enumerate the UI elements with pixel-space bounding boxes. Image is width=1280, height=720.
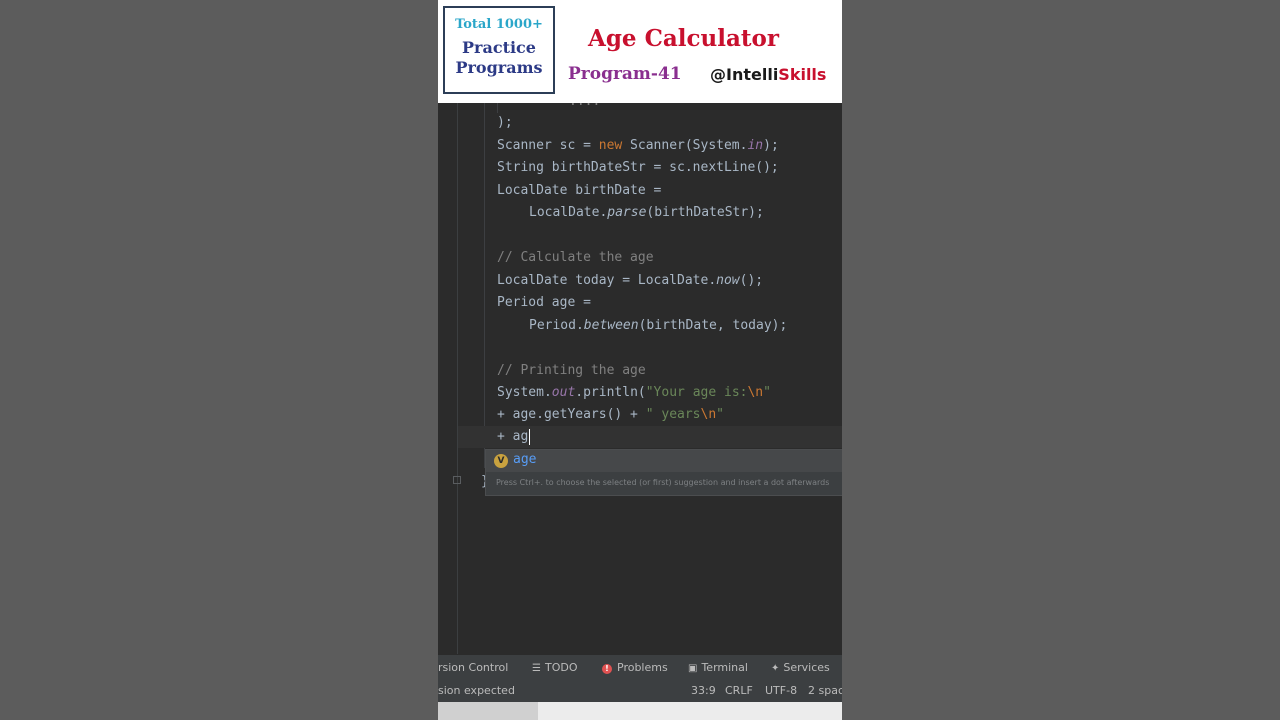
code-token: Period. (529, 318, 584, 333)
code-token-escape: \n (700, 407, 717, 422)
fold-icon[interactable] (453, 476, 461, 484)
code-line: LocalDate.parse(birthDateStr); (529, 202, 764, 224)
tool-services-label: Services (783, 661, 830, 674)
code-line: Scanner sc = new Scanner(System.in); (497, 135, 779, 157)
channel-handle: @IntelliSkills (710, 65, 826, 84)
code-token: System. (497, 385, 552, 400)
code-line: String birthDateStr = sc.nextLine(); (497, 160, 779, 175)
code-token-string: " years (645, 407, 701, 422)
tool-version-control[interactable]: rsion Control (438, 655, 508, 681)
code-line: .... (569, 103, 600, 113)
code-line: ); (497, 115, 513, 130)
completion-hint: Press Ctrl+. to choose the selected (or … (496, 478, 830, 487)
code-token: (); (739, 273, 764, 288)
code-token-field: in (747, 138, 764, 153)
code-token-string: " (716, 407, 724, 422)
handle-suffix: Skills (778, 65, 827, 84)
status-bar: sion expected 33:9 CRLF UTF-8 2 spac (438, 680, 842, 702)
os-taskbar (438, 702, 842, 720)
text-caret (529, 429, 530, 445)
services-icon: ✦ (771, 663, 780, 674)
code-line: LocalDate today = LocalDate.now(); (497, 270, 763, 292)
banner-title: Age Calculator (588, 25, 779, 52)
code-token-escape: \n (747, 385, 764, 400)
code-token: LocalDate. (529, 205, 608, 220)
code-token: ); (763, 138, 779, 153)
caret-position[interactable]: 33:9 (691, 680, 716, 702)
variable-icon: V (494, 454, 508, 468)
code-line: Period.between(birthDate, today); (529, 315, 787, 337)
indent-guide (484, 103, 485, 468)
list-icon: ☰ (532, 663, 541, 674)
tool-window-bar: rsion Control ☰ TODO ! Problems ▣ Terminal … (438, 654, 842, 680)
code-comment: // Printing the age (497, 363, 646, 378)
code-completion-popup: V age Press Ctrl+. to choose the selecte… (485, 449, 842, 496)
code-token-field: out (551, 385, 576, 400)
code-token: + age.getYears() + (497, 407, 646, 422)
code-line-current: + ag (497, 429, 529, 444)
practice-programs-badge: Total 1000+ Practice Programs (443, 6, 555, 94)
badge-programs: Programs (455, 58, 543, 77)
code-token-method: parse (607, 205, 647, 220)
indent-setting[interactable]: 2 spac (808, 680, 842, 702)
badge-total: Total 1000+ (455, 17, 543, 32)
handle-prefix: @Intelli (710, 65, 779, 84)
line-separator[interactable]: CRLF (725, 680, 753, 702)
code-token: (birthDate, today); (638, 318, 788, 333)
code-token: LocalDate today = LocalDate. (497, 273, 717, 288)
code-line: Period age = (497, 295, 591, 310)
code-token-keyword: new (598, 138, 623, 153)
tool-services[interactable]: ✦ Services (771, 655, 830, 681)
status-message: sion expected (438, 684, 515, 697)
code-line: LocalDate birthDate = (497, 183, 662, 198)
completion-item-age[interactable]: V age (486, 450, 842, 472)
code-token: Scanner sc = (497, 138, 599, 153)
code-token: Scanner(System. (622, 138, 748, 153)
terminal-icon: ▣ (688, 663, 698, 674)
tool-todo-label: TODO (544, 661, 578, 674)
code-line: + age.getYears() + " years\n" (497, 404, 724, 426)
tool-terminal-label: Terminal (701, 661, 748, 674)
tool-problems-label: Problems (617, 661, 668, 674)
tool-terminal[interactable]: ▣ Terminal (688, 655, 748, 681)
tool-todo[interactable]: ☰ TODO (532, 655, 577, 681)
code-comment: // Calculate the age (497, 250, 654, 265)
completion-item-label: age (513, 452, 537, 467)
title-banner: Total 1000+ Practice Programs Age Calcul… (438, 0, 842, 103)
code-editor[interactable]: .... ); Scanner sc = new Scanner(System.… (438, 103, 842, 654)
file-encoding[interactable]: UTF-8 (765, 680, 797, 702)
code-token-method: between (583, 318, 639, 333)
program-number: Program-41 (568, 64, 682, 84)
code-token-string: " (763, 385, 771, 400)
gutter-divider (457, 103, 458, 654)
taskbar-window[interactable] (438, 702, 538, 720)
error-icon: ! (602, 664, 612, 674)
code-line: System.out.println("Your age is:\n" (497, 382, 771, 404)
code-token-string: "Your age is: (645, 385, 748, 400)
code-token: (birthDateStr); (646, 205, 764, 220)
code-token: .println( (575, 385, 646, 400)
badge-practice: Practice (462, 38, 536, 57)
video-frame: Total 1000+ Practice Programs Age Calcul… (438, 0, 842, 720)
tool-problems[interactable]: ! Problems (602, 655, 668, 681)
code-token-method: now (716, 273, 740, 288)
